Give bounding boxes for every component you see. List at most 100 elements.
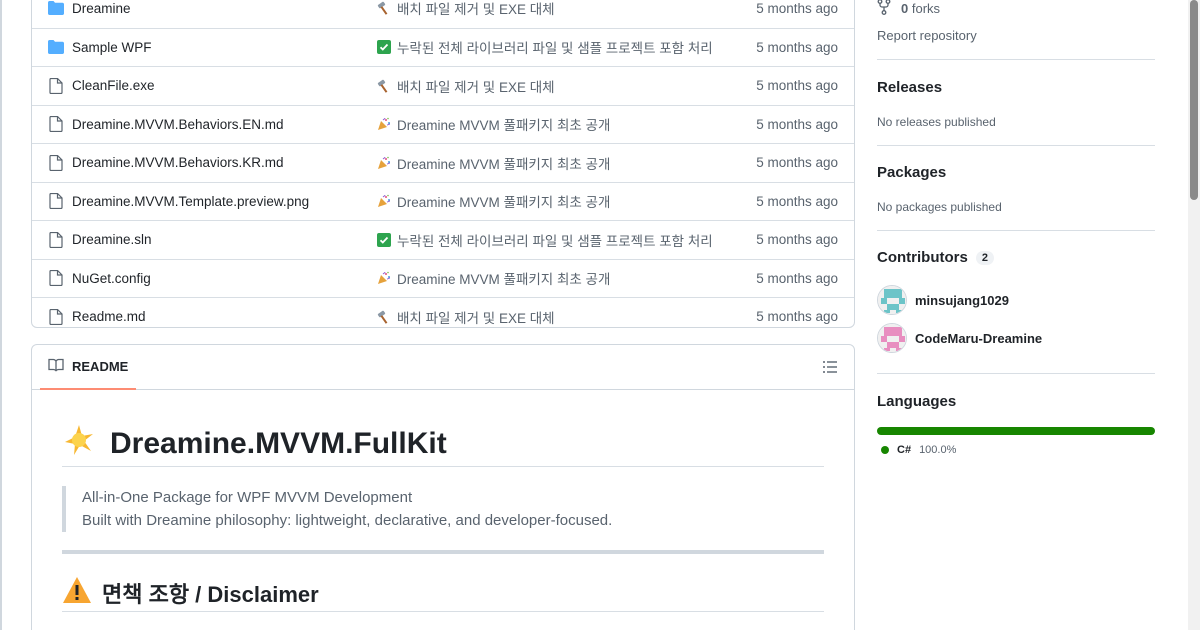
commit-date: 5 months ago [756,155,838,171]
commit-message-link[interactable]: Dreamine MVVM 풀패키지 최초 공개 [377,153,610,173]
language-item[interactable]: C# 100.0% [881,444,956,456]
outline-list-icon[interactable] [822,359,838,375]
file-name-link[interactable]: Sample WPF [72,40,152,55]
file-row[interactable]: Dreamine.MVVM.Template.preview.png Dreami… [32,181,854,221]
file-name-link[interactable]: Dreamine [72,1,131,16]
quote-line: Built with Dreamine philosophy: lightwei… [82,512,613,529]
commit-message-text: 배치 파일 제거 및 EXE 대체 [397,79,555,95]
commit-date: 5 months ago [756,0,838,16]
divider [877,59,1155,60]
party-popper-icon [377,117,391,131]
commit-message-text: 배치 파일 제거 및 EXE 대체 [397,2,555,18]
file-row[interactable]: Dreamine.MVVM.Behaviors.EN.md Dreamine MV… [32,104,854,144]
commit-message-text: 누락된 전체 라이브러리 파일 및 샘플 프로젝트 포함 처리 [397,233,713,249]
party-popper-icon [377,156,391,170]
quote-line: All-in-One Package for WPF MVVM Developm… [82,489,413,506]
readme-tab-label: README [72,359,129,374]
file-icon [48,77,64,94]
file-row[interactable]: CleanFile.exe 배치 파일 제거 및 EXE 대체 5 months a… [32,66,854,105]
file-name-link[interactable]: Dreamine.sln [72,232,152,247]
file-row[interactable]: Readme.md 배치 파일 제거 및 EXE 대체 5 months ago [32,297,854,327]
repo-forked-icon [877,0,891,18]
contributor-item[interactable]: CodeMaru-Dreamine [877,322,1042,354]
commit-message-link[interactable]: Dreamine MVVM 풀패키지 최초 공개 [377,114,610,134]
commit-message-link[interactable]: 배치 파일 제거 및 EXE 대체 [377,307,555,327]
file-name-link[interactable]: Dreamine.MVVM.Template.preview.png [72,194,309,209]
commit-message-link[interactable]: 누락된 전체 라이브러리 파일 및 샘플 프로젝트 포함 처리 [377,37,713,57]
party-popper-icon [377,271,391,285]
disclaimer-heading-text: 면책 조항 / Disclaimer [102,581,319,607]
file-icon [48,270,64,287]
commit-message-link[interactable]: 배치 파일 제거 및 EXE 대체 [377,76,555,96]
readme-title-text: Dreamine.MVVM.FullKit [110,427,447,460]
readme-title: Dreamine.MVVM.FullKit [62,422,824,467]
contributors-heading[interactable]: Contributors 2 [877,249,994,266]
divider [877,373,1155,374]
file-row[interactable]: NuGet.config Dreamine MVVM 풀패키지 최초 공개 5 mo… [32,258,854,298]
page-left-border [0,0,2,630]
releases-heading[interactable]: Releases [877,79,942,96]
file-row[interactable]: Dreamine.MVVM.Behaviors.KR.md Dreamine MV… [32,143,854,182]
file-name-link[interactable]: Dreamine.MVVM.Behaviors.EN.md [72,117,284,132]
readme-header: README [32,345,854,390]
commit-message-text: 배치 파일 제거 및 EXE 대체 [397,310,555,326]
contributor-name: CodeMaru-Dreamine [915,330,1043,346]
forks-count: 0 [901,0,909,16]
file-icon [48,308,64,325]
file-name-link[interactable]: Readme.md [72,309,146,324]
commit-date: 5 months ago [756,39,838,55]
language-percent: 100.0% [919,444,957,456]
file-row[interactable]: Dreamine.sln 누락된 전체 라이브러리 파일 및 샘플 프로젝트 포함… [32,220,854,259]
forks-link[interactable]: 0 forks [877,0,940,16]
commit-message-text: Dreamine MVVM 풀패키지 최초 공개 [397,156,611,172]
commit-date: 5 months ago [756,270,838,286]
forks-label: forks [911,0,941,16]
report-repository-link[interactable]: Report repository [877,28,977,43]
file-row[interactable]: Sample WPF 누락된 전체 라이브러리 파일 및 샘플 프로젝트 포함 처… [32,27,854,67]
hammer-icon [377,1,391,16]
scrollbar-track[interactable] [1188,0,1200,630]
file-row[interactable]: Dreamine 배치 파일 제거 및 EXE 대체 5 months ago [32,0,854,28]
file-icon [48,193,64,210]
hammer-icon [377,310,391,324]
disclaimer-heading: 면책 조항 / Disclaimer [62,574,824,612]
readme-panel: README Dreamine.MVVM.FullKit All-in-One … [31,344,855,630]
check-box-icon [377,40,391,55]
commit-message-link[interactable]: 배치 파일 제거 및 EXE 대체 [377,0,555,18]
language-name: C# [897,444,912,456]
file-name-link[interactable]: CleanFile.exe [72,78,155,93]
readme-tab[interactable]: README [40,345,137,390]
file-icon [48,231,64,248]
commit-date: 5 months ago [756,193,838,209]
commit-message-link[interactable]: 누락된 전체 라이브러리 파일 및 샘플 프로젝트 포함 처리 [377,230,713,250]
language-color-dot [881,446,889,454]
commit-message-text: Dreamine MVVM 풀패키지 최초 공개 [397,118,611,134]
commit-message-link[interactable]: Dreamine MVVM 풀패키지 최초 공개 [377,268,610,288]
commit-message-text: Dreamine MVVM 풀패키지 최초 공개 [397,272,611,288]
avatar [877,285,907,315]
contributor-name: minsujang1029 [915,292,1009,308]
file-icon [48,154,64,171]
packages-heading[interactable]: Packages [877,164,946,181]
contributors-title: Contributors [877,249,968,266]
file-list: Dreamine 배치 파일 제거 및 EXE 대체 5 months ago Sam… [31,0,855,328]
releases-empty: No releases published [877,115,996,129]
file-icon [48,116,64,133]
commit-date: 5 months ago [756,78,838,94]
divider [877,230,1155,231]
file-name-link[interactable]: Dreamine.MVVM.Behaviors.KR.md [72,155,284,170]
language-bar [877,427,1155,435]
divider [877,145,1155,146]
file-name-link[interactable]: NuGet.config [72,271,151,286]
commit-message-link[interactable]: Dreamine MVVM 풀패키지 최초 공개 [377,191,610,211]
folder-icon [48,0,64,16]
party-popper-icon [377,194,391,208]
scrollbar-thumb[interactable] [1190,0,1198,200]
avatar [877,323,907,353]
packages-empty: No packages published [877,200,1002,214]
commit-date: 5 months ago [756,309,838,325]
commit-message-text: 누락된 전체 라이브러리 파일 및 샘플 프로젝트 포함 처리 [397,41,713,57]
contributors-counter: 2 [975,250,994,265]
contributor-item[interactable]: minsujang1029 [877,284,1009,316]
book-icon [48,357,64,376]
